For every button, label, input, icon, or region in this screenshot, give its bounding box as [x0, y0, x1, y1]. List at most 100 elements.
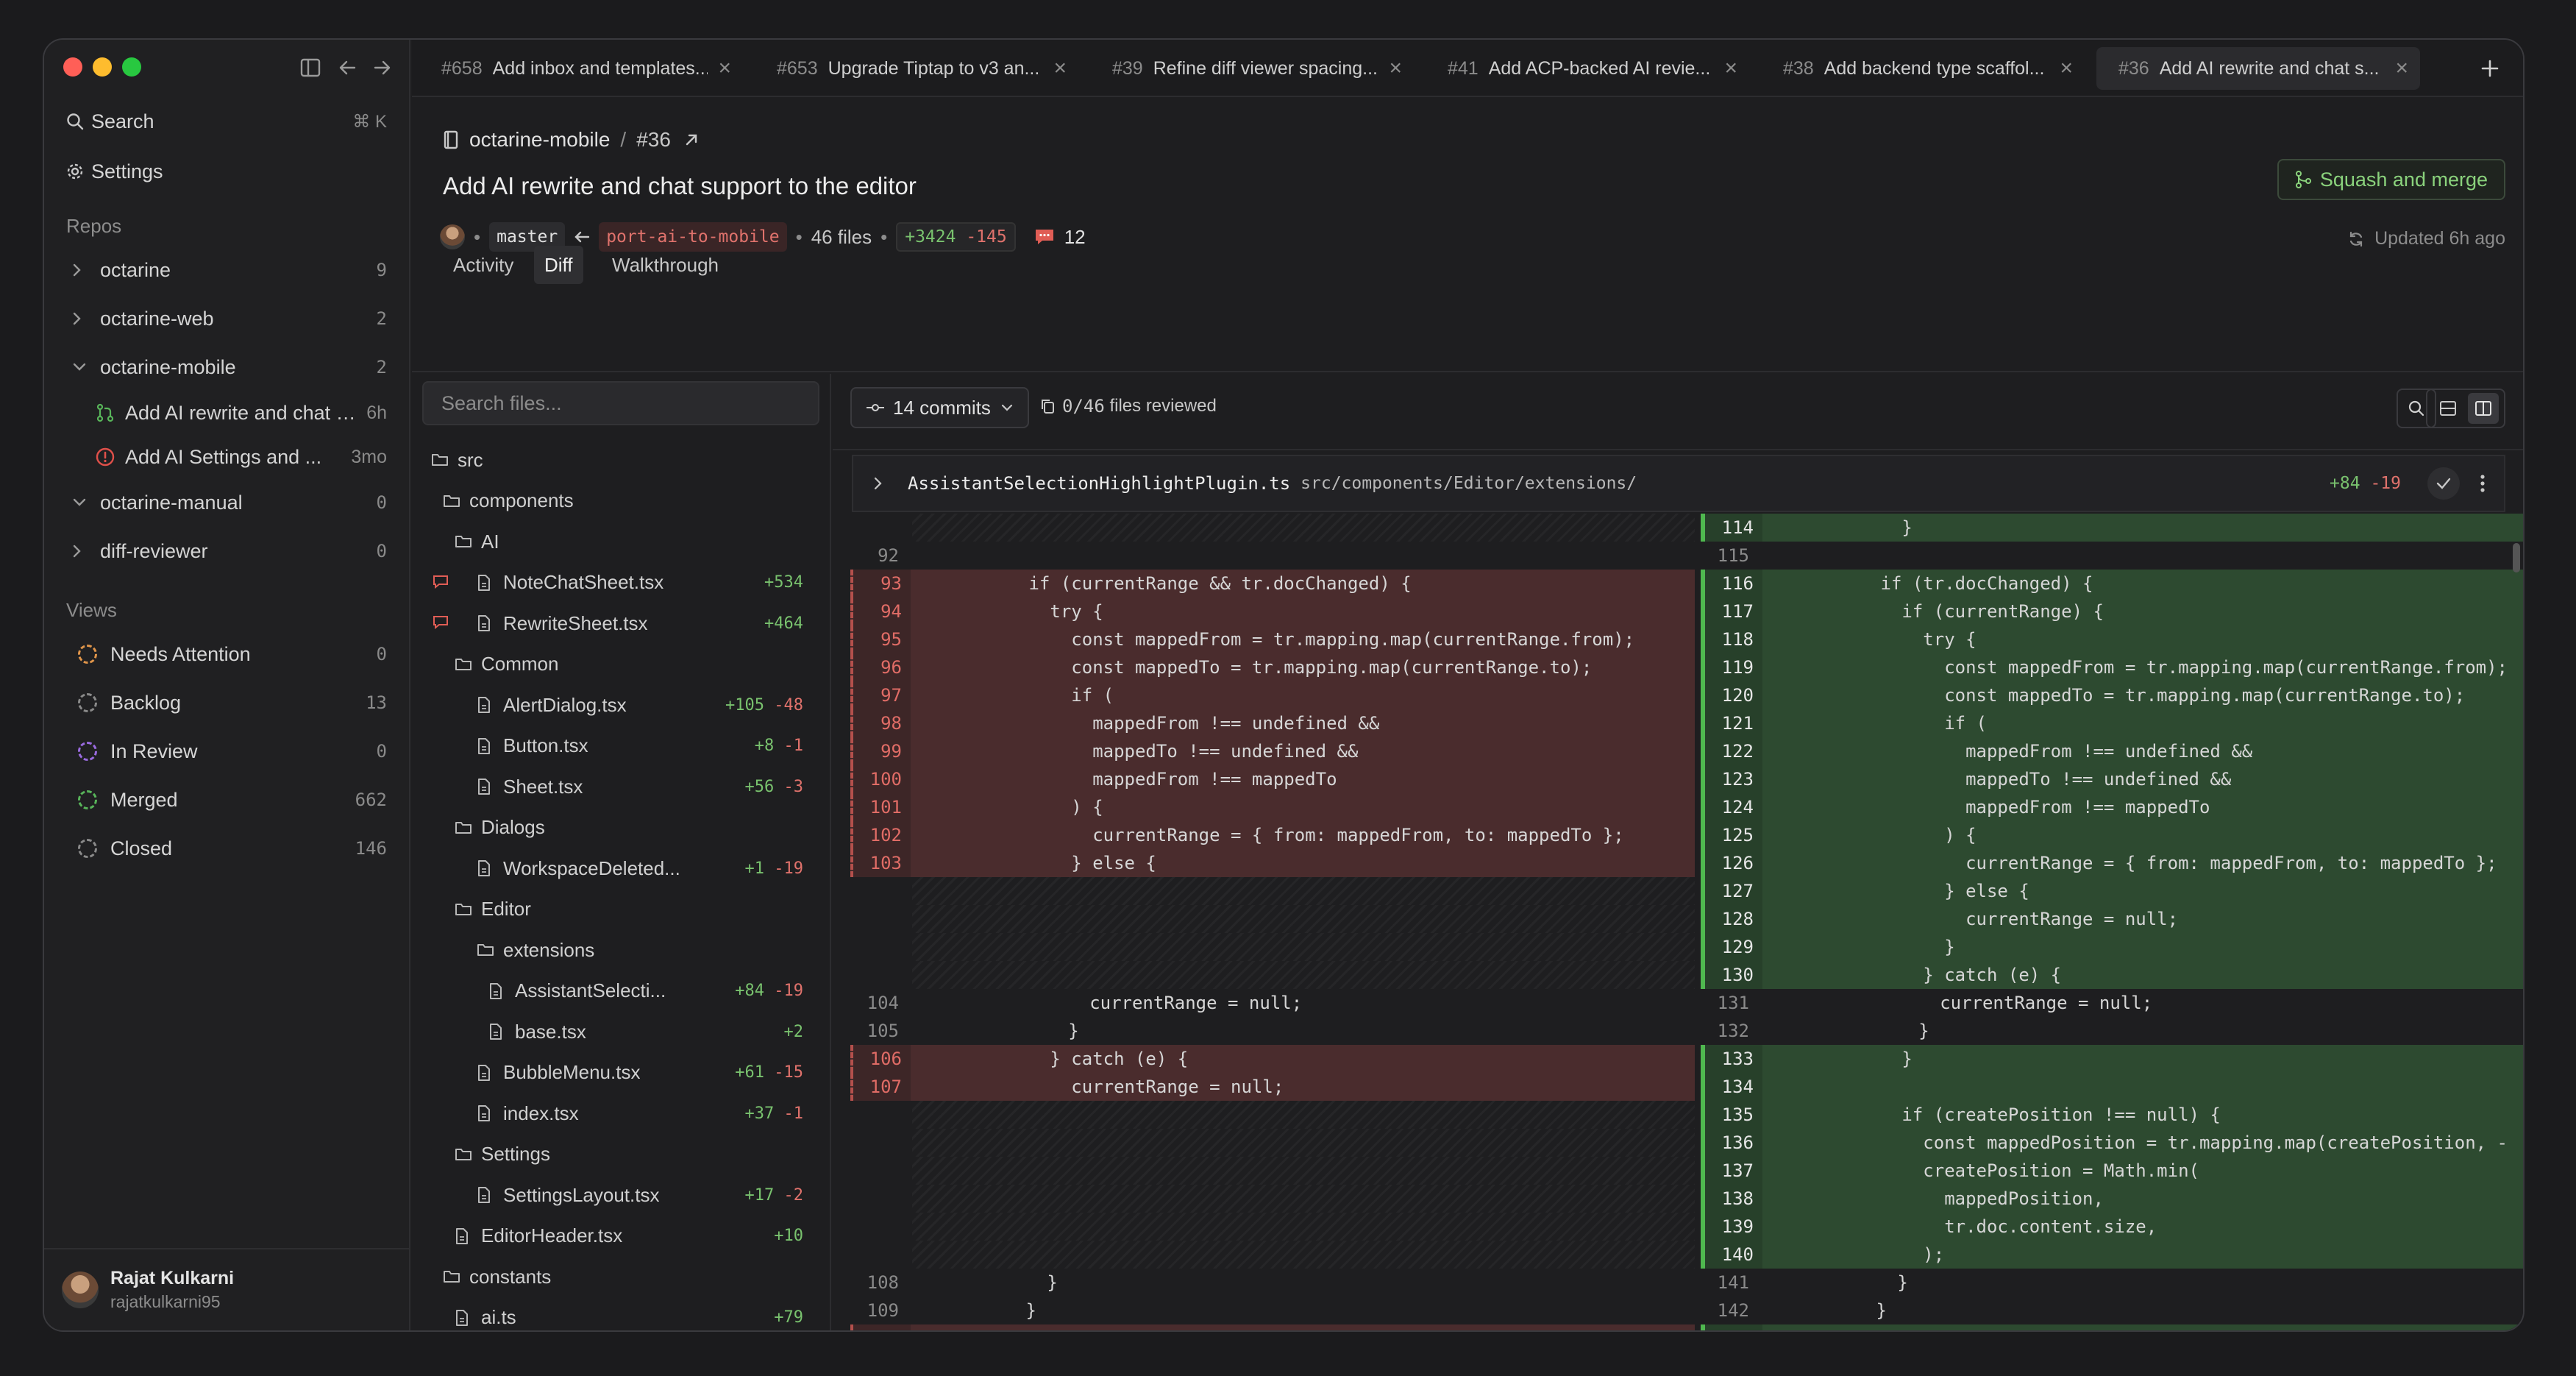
tab-pr-653[interactable]: #653 Upgrade Tiptap to v3 an... ×	[755, 47, 1078, 90]
pr-item-ai-settings[interactable]: Add AI Settings and ... 3mo	[96, 436, 387, 478]
close-icon[interactable]: ×	[1724, 56, 1737, 81]
diff-line[interactable]: 142 }	[1701, 1297, 2523, 1324]
diff-line[interactable]: 131 currentRange = null;	[1701, 989, 2523, 1017]
diff-line[interactable]: 124 mappedFrom !== mappedTo	[1701, 793, 2523, 821]
diff-line[interactable]: 98 mappedFrom !== undefined &&	[850, 709, 1695, 737]
diff-line[interactable]: 103 } else {	[850, 849, 1695, 877]
tab-pr-39[interactable]: #39 Refine diff viewer spacing... ×	[1090, 47, 1414, 90]
diff-line[interactable]: 106 } catch (e) {	[850, 1045, 1695, 1073]
repo-item-octarine[interactable]: octarine 9	[66, 249, 387, 291]
diff-line[interactable]: 97 if (	[850, 681, 1695, 709]
tree-file[interactable]: BubbleMenu.tsx +61 -15	[412, 1053, 830, 1093]
diff-line[interactable]: 135 if (createPosition !== null) {	[1701, 1101, 2523, 1129]
diff-line[interactable]: 130 } catch (e) {	[1701, 961, 2523, 989]
close-icon[interactable]: ×	[718, 56, 731, 81]
repo-item-diff-reviewer[interactable]: diff-reviewer 0	[66, 530, 387, 572]
tree-file[interactable]: RewriteSheet.tsx +464	[412, 603, 830, 643]
diff-line[interactable]: 133 }	[1701, 1045, 2523, 1073]
tab-pr-658[interactable]: #658 Add inbox and templates... ×	[419, 47, 743, 90]
diff-line[interactable]: 116 if (tr.docChanged) {	[1701, 570, 2523, 597]
comment-icon[interactable]	[1033, 227, 1056, 247]
forward-arrow-icon[interactable]	[369, 54, 396, 81]
diff-line[interactable]: 123 mappedTo !== undefined &&	[1701, 765, 2523, 793]
tree-file[interactable]: ai.ts +79	[412, 1298, 830, 1331]
diff-line[interactable]: 99 mappedTo !== undefined &&	[850, 737, 1695, 765]
diff-line[interactable]: 128 currentRange = null;	[1701, 905, 2523, 933]
repo-item-octarine-manual[interactable]: octarine-manual 0	[66, 481, 387, 524]
diff-line[interactable]: 138 mappedPosition,	[1701, 1185, 2523, 1213]
view-merged[interactable]: Merged 662	[66, 779, 387, 821]
close-window-button[interactable]	[63, 57, 82, 77]
close-icon[interactable]: ×	[2395, 56, 2408, 81]
tree-file[interactable]: NoteChatSheet.tsx +534	[412, 563, 830, 603]
sidebar-toggle-icon[interactable]	[297, 54, 324, 81]
pr-item-ai-rewrite[interactable]: Add AI rewrite and chat support to the e…	[96, 391, 387, 434]
diff-line[interactable]: 129 }	[1701, 933, 2523, 961]
diff-line[interactable]: 107 currentRange = null;	[850, 1073, 1695, 1101]
diff-line[interactable]: 139 tr.doc.content.size,	[1701, 1213, 2523, 1241]
diff-line[interactable]: 120 const mappedTo = tr.mapping.map(curr…	[1701, 681, 2523, 709]
diff-line[interactable]: 92	[850, 542, 1695, 570]
chevron-right-icon[interactable]	[874, 477, 883, 490]
settings-nav[interactable]: Settings	[66, 151, 387, 192]
diff-line[interactable]: 132 }	[1701, 1017, 2523, 1045]
tree-file[interactable]: AssistantSelecti... +84 -19	[412, 971, 830, 1011]
diff-line[interactable]: 117 if (currentRange) {	[1701, 597, 2523, 625]
diff-line[interactable]: 137 createPosition = Math.min(	[1701, 1157, 2523, 1185]
new-tab-plus-icon[interactable]	[2474, 53, 2505, 84]
tree-file[interactable]: WorkspaceDeleted... +1 -19	[412, 848, 830, 888]
diff-line[interactable]: 101 ) {	[850, 793, 1695, 821]
diff-line[interactable]: 125 ) {	[1701, 821, 2523, 849]
tab-pr-36[interactable]: #36 Add AI rewrite and chat s... ×	[2096, 47, 2420, 90]
unified-view-icon[interactable]	[2433, 393, 2463, 424]
tree-folder[interactable]: Dialogs	[412, 808, 830, 848]
repo-item-octarine-web[interactable]: octarine-web 2	[66, 297, 387, 340]
diff-file-header[interactable]: AssistantSelectionHighlightPlugin.ts src…	[852, 455, 2505, 512]
tree-file[interactable]: Sheet.tsx +56 -3	[412, 767, 830, 806]
tree-folder[interactable]: AI	[412, 522, 830, 561]
diff-line[interactable]: 122 mappedFrom !== undefined &&	[1701, 737, 2523, 765]
diff-line[interactable]: 134	[1701, 1073, 2523, 1101]
diff-line[interactable]: 105 }	[850, 1017, 1695, 1045]
tree-folder[interactable]: Editor	[412, 890, 830, 929]
diff-line[interactable]: 93 if (currentRange && tr.docChanged) {	[850, 570, 1695, 597]
tab-pr-41[interactable]: #41 Add ACP-backed AI revie... ×	[1426, 47, 1749, 90]
repo-item-octarine-mobile[interactable]: octarine-mobile 2	[66, 346, 387, 389]
squash-and-merge-button[interactable]: Squash and merge	[2277, 159, 2505, 200]
diff-line[interactable]: 102 currentRange = { from: mappedFrom, t…	[850, 821, 1695, 849]
close-icon[interactable]: ×	[2060, 56, 2073, 81]
view-in-review[interactable]: In Review 0	[66, 730, 387, 773]
diff-line[interactable]: 95 const mappedFrom = tr.mapping.map(cur…	[850, 625, 1695, 653]
tree-file[interactable]: base.tsx +2	[412, 1012, 830, 1051]
diff-line[interactable]: 127 } else {	[1701, 877, 2523, 905]
tree-folder[interactable]: Settings	[412, 1135, 830, 1174]
commits-dropdown[interactable]: 14 commits	[850, 387, 1029, 428]
view-backlog[interactable]: Backlog 13	[66, 681, 387, 724]
tree-file[interactable]: AlertDialog.tsx +105 -48	[412, 685, 830, 725]
view-closed[interactable]: Closed 146	[66, 827, 387, 870]
diff-line[interactable]: 141 }	[1701, 1269, 2523, 1297]
external-link-icon[interactable]	[684, 132, 699, 147]
tab-pr-38[interactable]: #38 Add backend type scaffol... ×	[1761, 47, 2085, 90]
tree-file[interactable]: Button.tsx +8 -1	[412, 726, 830, 766]
mark-reviewed-check-icon[interactable]	[2427, 467, 2460, 500]
diff-line[interactable]: 126 currentRange = { from: mappedFrom, t…	[1701, 849, 2523, 877]
scrollbar-thumb[interactable]	[2513, 543, 2520, 572]
tree-file[interactable]: EditorHeader.tsx +10	[412, 1216, 830, 1256]
file-search-input[interactable]: Search files...	[422, 381, 819, 425]
diff-line[interactable]: 118 try {	[1701, 625, 2523, 653]
refresh-icon[interactable]	[2348, 231, 2364, 247]
diff-line[interactable]: 109 }	[850, 1297, 1695, 1324]
diff-line[interactable]: 136 const mappedPosition = tr.mapping.ma…	[1701, 1129, 2523, 1157]
diff-line[interactable]: 115	[1701, 542, 2523, 570]
tree-folder[interactable]: extensions	[412, 930, 830, 970]
diff-line[interactable]: 108 }	[850, 1269, 1695, 1297]
user-profile[interactable]: Rajat Kulkarni rajatkulkarni95	[44, 1248, 409, 1330]
tree-folder[interactable]: src	[412, 440, 830, 480]
diff-line[interactable]: 94 try {	[850, 597, 1695, 625]
tab-diff[interactable]: Diff	[534, 246, 583, 284]
tab-walkthrough[interactable]: Walkthrough	[602, 246, 729, 284]
diff-line[interactable]: 140 );	[1701, 1241, 2523, 1269]
close-icon[interactable]: ×	[1389, 56, 1402, 81]
more-options-icon[interactable]	[2480, 475, 2485, 492]
